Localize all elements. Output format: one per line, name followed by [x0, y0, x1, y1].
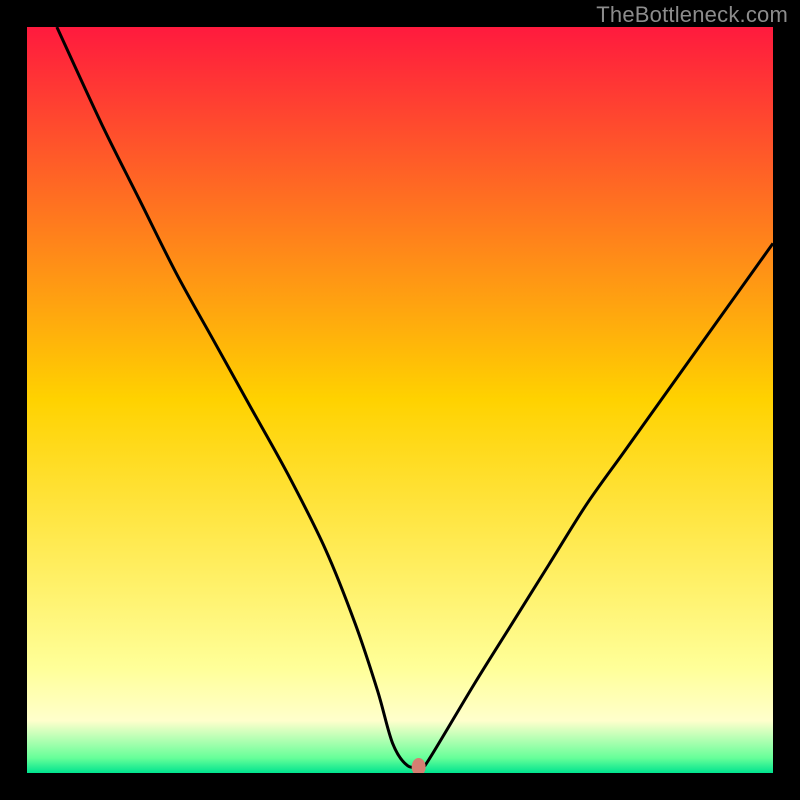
chart-frame: TheBottleneck.com — [0, 0, 800, 800]
plot-area — [27, 27, 773, 773]
watermark-text: TheBottleneck.com — [596, 2, 788, 28]
chart-svg — [27, 27, 773, 773]
